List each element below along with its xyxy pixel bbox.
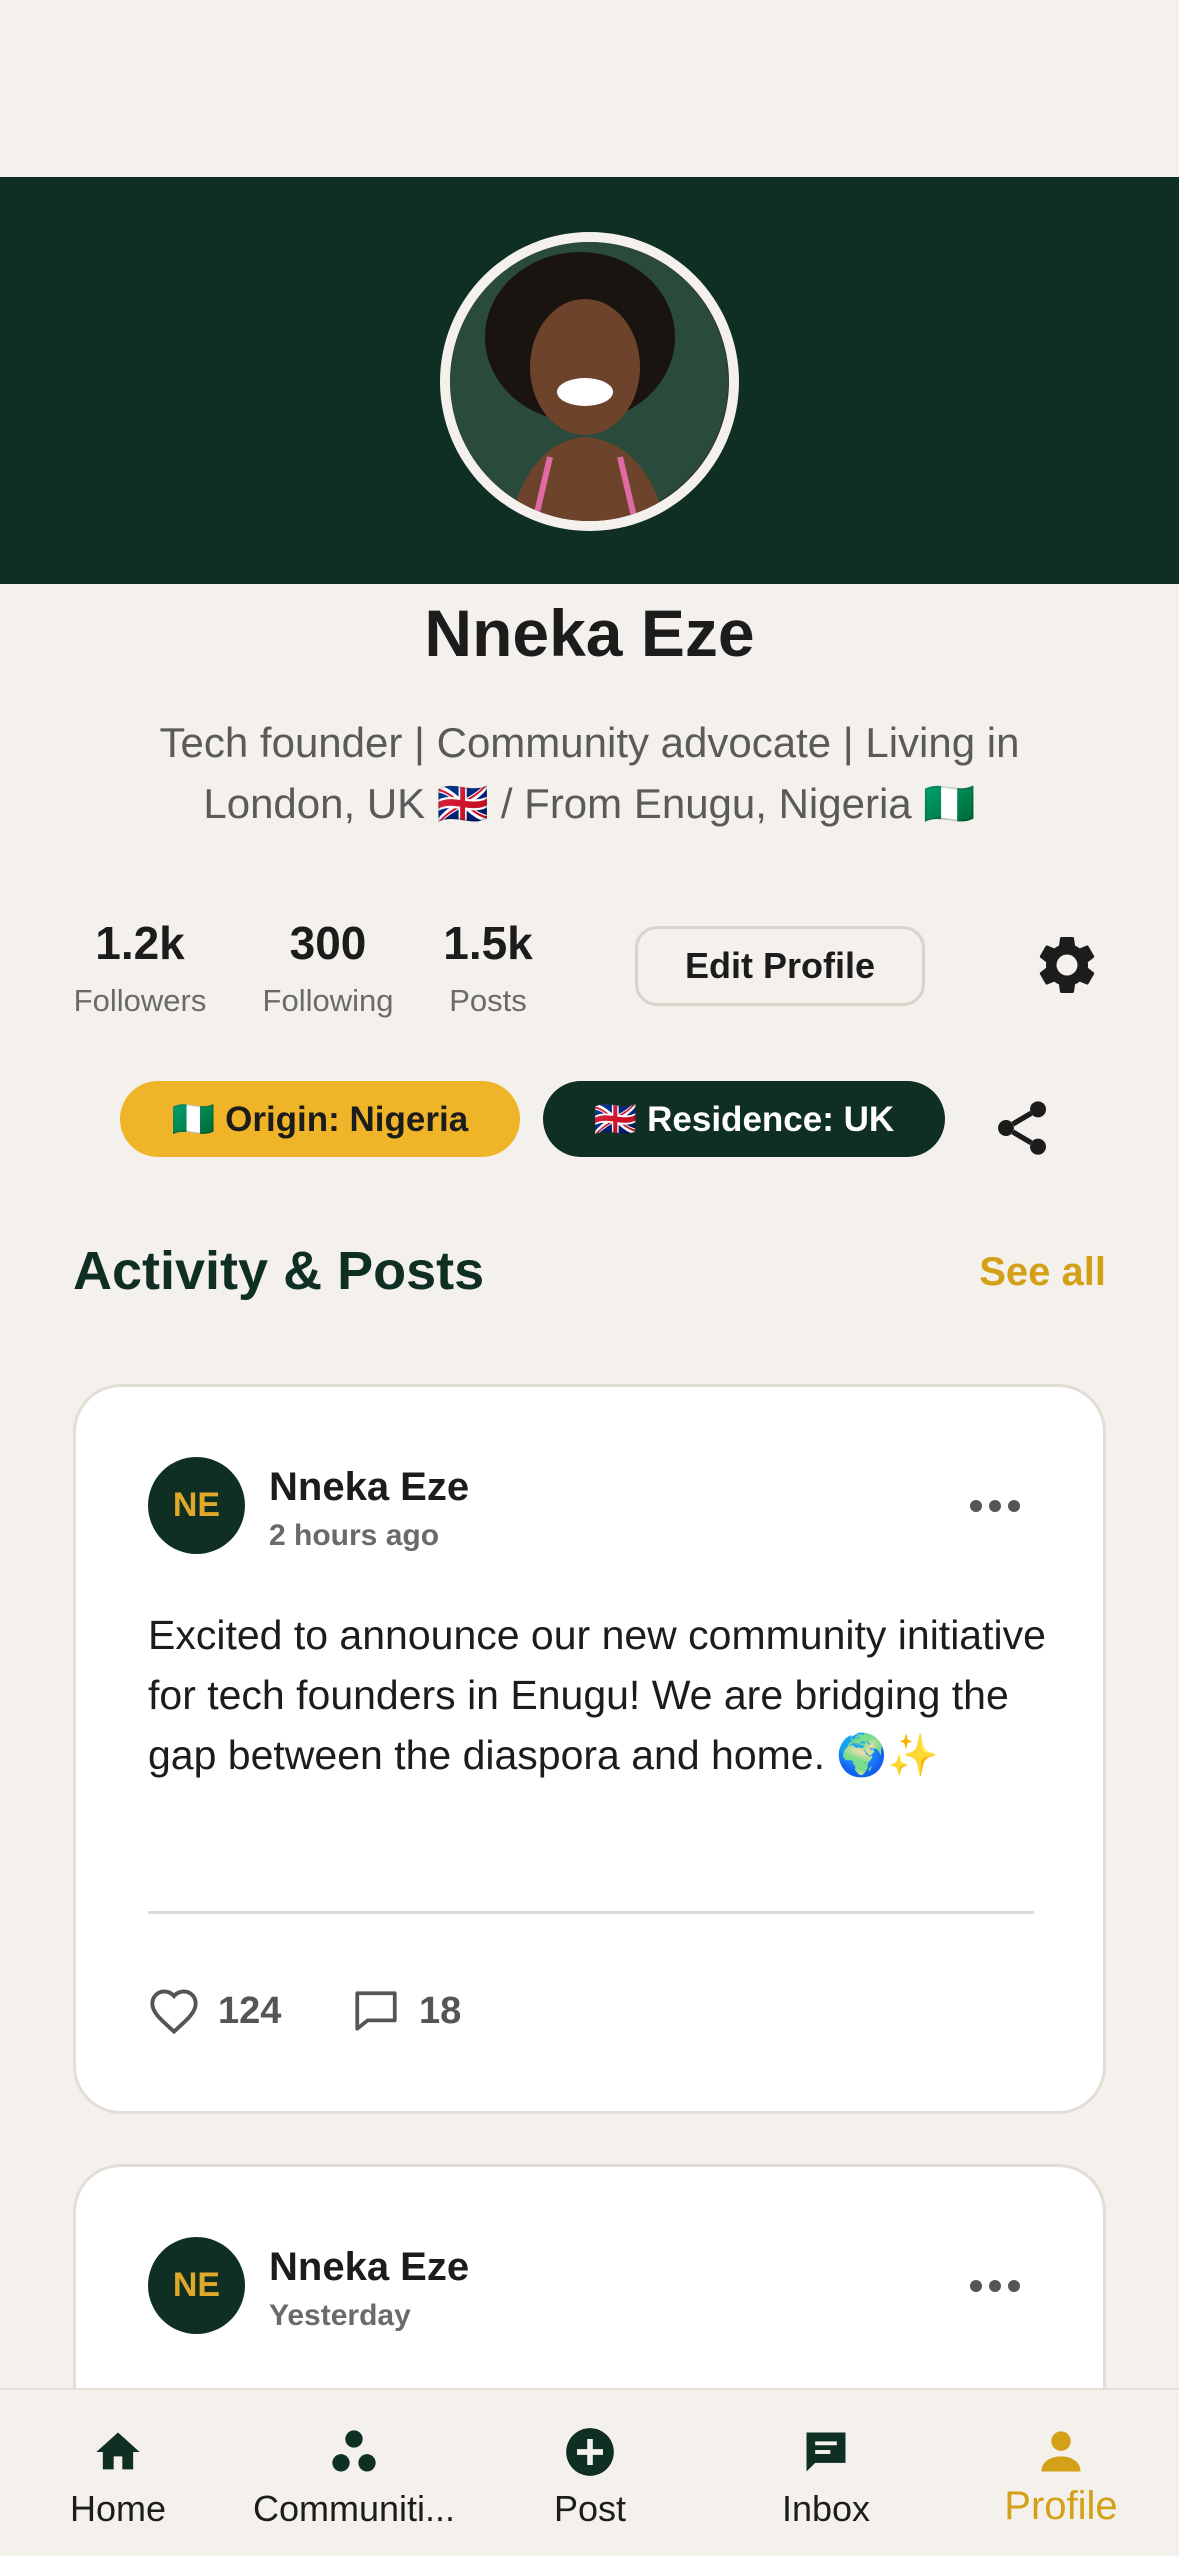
person-icon [1041,2431,1081,2472]
avatar-photo [450,242,729,521]
tab-post[interactable]: Post [472,2390,708,2556]
comment-count: 18 [419,1989,462,2032]
post-author[interactable]: Nneka Eze [269,2245,469,2290]
post-card[interactable]: NE Nneka Eze 2 hours ago Excited to anno… [73,1384,1106,2114]
tab-label: Post [553,2488,627,2529]
tab-profile[interactable]: Profile [943,2390,1179,2556]
comment-button[interactable]: 18 [351,1987,461,2035]
communities-icon [332,2430,376,2472]
heart-icon [150,1989,198,2035]
status-bar [0,0,1179,177]
stat-label: Followers [73,983,207,1018]
chat-icon [806,2432,846,2472]
like-button[interactable]: 124 [148,1987,281,2035]
post-time: 2 hours ago [269,1519,440,1552]
like-count: 124 [218,1989,282,2032]
tab-label: Home [69,2488,167,2529]
stat-label: Posts [449,983,527,1018]
tab-inbox[interactable]: Inbox [708,2390,944,2556]
profile-name: Nneka Eze [424,596,755,670]
plus-circle-icon [566,2428,614,2476]
section-title: Activity & Posts [73,1241,485,1301]
stat-value: 1.5k [443,917,533,969]
home-icon [96,2432,140,2470]
author-avatar[interactable]: NE [148,1457,245,1554]
tab-communities[interactable]: Communiti... [236,2390,472,2556]
tab-home[interactable]: Home [0,2390,236,2556]
author-avatar[interactable]: NE [148,2237,245,2334]
origin-chip[interactable]: 🇳🇬 Origin: Nigeria [120,1081,520,1157]
comment-icon [355,1991,397,2031]
gear-icon[interactable] [1032,930,1102,1000]
see-all-link[interactable]: See all [979,1250,1106,1295]
post-time: Yesterday [269,2299,411,2332]
bottom-tab-bar: Home Communiti... Post Inbox Profile [0,2388,1179,2556]
stat-value: 1.2k [95,917,185,969]
profile-avatar[interactable] [440,232,739,531]
post-text: Excited to announce our new community in… [148,1612,1046,1778]
stat-followers[interactable]: 1.2k Followers [30,913,250,1019]
post-author[interactable]: Nneka Eze [269,1465,469,1510]
edit-profile-button[interactable]: Edit Profile [635,926,925,1006]
post-divider [148,1911,1034,1914]
profile-bio: Tech founder | Community advocate | Livi… [159,719,1020,827]
more-options-icon[interactable] [969,2279,1021,2293]
avatar-illustration [450,242,728,521]
share-icon[interactable] [990,1096,1054,1160]
more-options-icon[interactable] [969,1499,1021,1513]
stat-posts[interactable]: 1.5k Posts [378,913,598,1019]
tab-label: Communiti... [252,2488,456,2529]
residence-chip[interactable]: 🇬🇧 Residence: UK [543,1081,945,1157]
tab-label: Profile [1004,2484,1118,2528]
tab-label: Inbox [781,2488,871,2529]
